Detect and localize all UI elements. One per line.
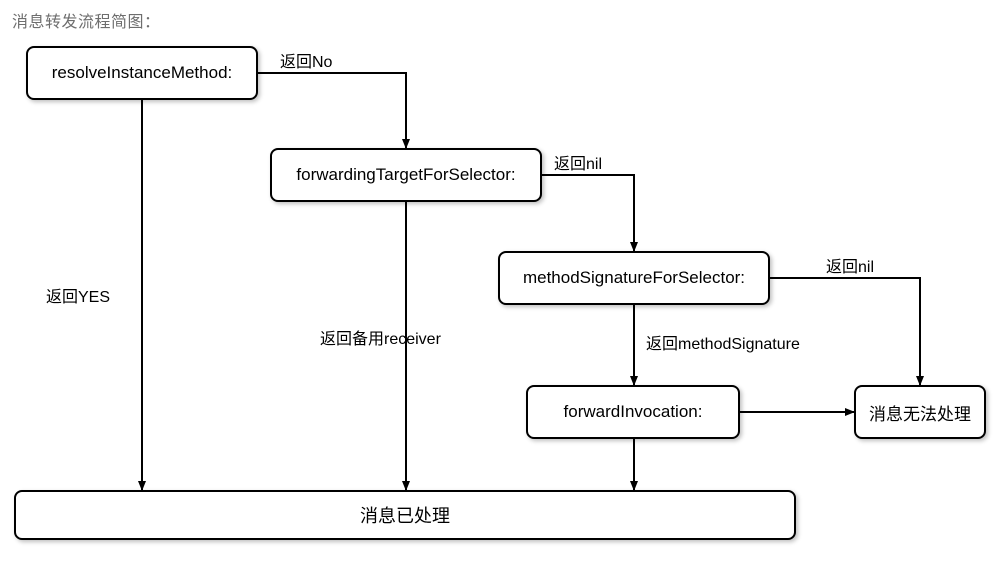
diagram-title: 消息转发流程简图： — [12, 8, 161, 32]
arrow-forwardingTarget-to-methodSignature — [542, 175, 634, 251]
node-label: methodSignatureForSelector: — [523, 268, 745, 288]
node-handled: 消息已处理 — [14, 490, 796, 540]
edge-label-resolve-no: 返回No — [280, 48, 332, 72]
node-forwardingTargetForSelector: forwardingTargetForSelector: — [270, 148, 542, 202]
node-label: 消息无法处理 — [869, 400, 971, 425]
node-unhandled: 消息无法处理 — [854, 385, 986, 439]
edge-label-forwardingTarget-receiver: 返回备用receiver — [320, 325, 441, 349]
edge-label-forwardingTarget-nil: 返回nil — [554, 150, 602, 174]
edge-label-resolve-yes: 返回YES — [46, 283, 110, 307]
node-forwardInvocation: forwardInvocation: — [526, 385, 740, 439]
edge-label-methodSignature-nil: 返回nil — [826, 253, 874, 277]
node-label: forwardingTargetForSelector: — [296, 165, 515, 185]
node-label: 消息已处理 — [360, 502, 450, 528]
node-label: resolveInstanceMethod: — [52, 63, 233, 83]
node-label: forwardInvocation: — [564, 402, 703, 422]
edge-label-methodSignature-sig: 返回methodSignature — [646, 330, 800, 354]
diagram-canvas: 消息转发流程简图： resolveInstanceMethod: forward… — [0, 0, 1000, 584]
arrow-resolve-to-forwardingTarget — [258, 73, 406, 148]
node-resolveInstanceMethod: resolveInstanceMethod: — [26, 46, 258, 100]
node-methodSignatureForSelector: methodSignatureForSelector: — [498, 251, 770, 305]
